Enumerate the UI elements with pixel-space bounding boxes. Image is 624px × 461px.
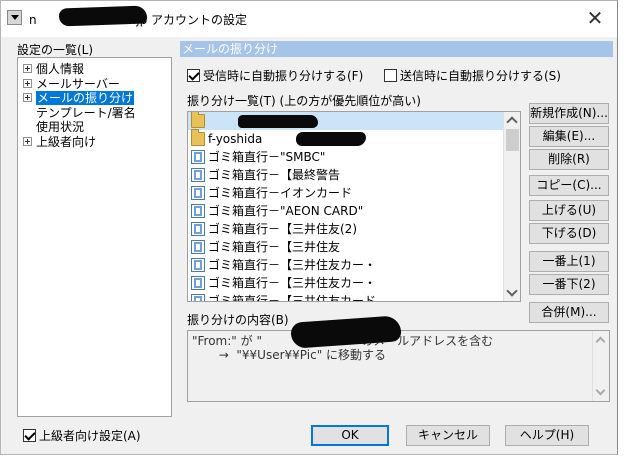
redaction-mark (296, 132, 366, 146)
list-item[interactable]: ゴミ箱直行－【三井住友カー・ (188, 256, 520, 274)
list-item[interactable]: ゴミ箱直行－"SMBC" (188, 148, 520, 166)
close-icon[interactable]: ✕ (583, 7, 607, 31)
title-prefix: n (29, 13, 37, 27)
new-rule-button[interactable]: 新規作成(N)... (529, 103, 609, 124)
copy-rule-button[interactable]: コピー(C)... (529, 175, 609, 196)
list-item[interactable]: ゴミ箱直行－イオンカード (188, 184, 520, 202)
trash-icon (191, 168, 205, 182)
list-item[interactable]: ゴミ箱直行－【三井住友カー・ (188, 274, 520, 292)
list-item[interactable]: ゴミ箱直行－【三井住友(2) (188, 220, 520, 238)
list-item[interactable]: ゴミ箱直行－"AEON CARD" (188, 202, 520, 220)
expand-icon[interactable] (23, 136, 32, 146)
redaction-mark (58, 5, 148, 27)
rule-list-label: 振り分け一覧(T) (上の方が優先順位が高い) (187, 94, 421, 108)
scroll-down-icon[interactable] (506, 285, 518, 297)
list-item[interactable]: ゴミ箱直行－【三井住友カード (188, 292, 520, 301)
edit-rule-button[interactable]: 編集(E)... (529, 126, 609, 147)
rule-list-scrollbar[interactable] (503, 112, 520, 301)
trash-icon (191, 204, 205, 218)
trash-icon (191, 186, 205, 200)
folder-icon (191, 112, 205, 128)
settings-tree[interactable]: 個人情報 メールサーバー メールの振り分け テンプレート/署名 使用状況 上級者… (17, 57, 172, 417)
scroll-down-icon[interactable] (595, 385, 606, 396)
merge-button[interactable]: 合併(M)... (529, 302, 609, 323)
content-scrollbar[interactable] (592, 331, 609, 401)
settings-list-label: 設定の一覧(L) (17, 43, 94, 57)
tree-item-personal[interactable]: 個人情報 (18, 62, 171, 77)
section-header: メールの振り分け (180, 41, 613, 57)
receive-auto-filter-checkbox[interactable]: 受信時に自動振り分けする(F) (187, 67, 363, 84)
title-bar: nr.jp アカウントの設定 ✕ (1, 1, 617, 37)
background-edge (618, 0, 624, 461)
scroll-thumb[interactable] (506, 129, 519, 151)
tree-item-template[interactable]: テンプレート/署名 (18, 106, 171, 121)
checkbox-checked-icon[interactable] (23, 429, 36, 442)
scroll-up-icon[interactable] (595, 336, 606, 347)
move-up-button[interactable]: 上げる(U) (529, 200, 609, 221)
expand-icon[interactable] (23, 93, 32, 102)
account-settings-dialog: nr.jp アカウントの設定 ✕ 設定の一覧(L) 個人情報 メールサーバー メ… (0, 0, 618, 455)
system-menu-icon[interactable] (7, 10, 22, 25)
tree-item-mail-server[interactable]: メールサーバー (18, 77, 171, 92)
background-edge (0, 455, 624, 461)
expand-icon[interactable] (23, 64, 32, 73)
move-down-button[interactable]: 下げる(D) (529, 223, 609, 244)
list-item[interactable]: f-yoshida (188, 129, 520, 148)
checkbox-unchecked-icon[interactable] (384, 69, 397, 82)
delete-rule-button[interactable]: 削除(R) (529, 149, 609, 170)
title-text: アカウントの設定 (151, 13, 248, 27)
trash-icon (191, 240, 205, 254)
move-top-button[interactable]: 一番上(1) (529, 251, 609, 272)
rule-list[interactable]: fun.com f-yoshida ゴミ箱直行－"SMBC" ゴミ箱直行－【最終… (187, 111, 521, 302)
cancel-button[interactable]: キャンセル (406, 425, 490, 446)
trash-icon (191, 150, 205, 164)
help-button[interactable]: ヘルプ(H) (505, 425, 589, 446)
list-item[interactable]: ゴミ箱直行－【最終警告 (188, 166, 520, 184)
scroll-up-icon[interactable] (506, 116, 518, 128)
redaction-mark (238, 115, 318, 128)
checkbox-checked-icon[interactable] (187, 69, 200, 82)
advanced-settings-checkbox[interactable]: 上級者向け設定(A) (23, 427, 141, 444)
move-bottom-button[interactable]: 一番下(2) (529, 274, 609, 295)
trash-icon (191, 258, 205, 272)
rule-content-line: → "¥¥User¥¥Pic" に移動する (192, 348, 387, 362)
tree-item-mail-filter[interactable]: メールの振り分け (18, 91, 171, 106)
tree-item-usage[interactable]: 使用状況 (18, 120, 171, 135)
ok-button[interactable]: OK (311, 425, 389, 446)
folder-icon (191, 129, 205, 146)
rule-content-label: 振り分けの内容(B) (187, 313, 289, 327)
tree-item-advanced[interactable]: 上級者向け (18, 135, 171, 150)
rule-content-box: "From:" が " のメールアドレスを含む → "¥¥User¥¥Pic" … (187, 330, 610, 402)
trash-icon (191, 294, 205, 301)
list-item[interactable]: ゴミ箱直行－【三井住友 (188, 238, 520, 256)
send-auto-filter-checkbox[interactable]: 送信時に自動振り分けする(S) (384, 67, 561, 84)
trash-icon (191, 222, 205, 236)
expand-icon[interactable] (23, 78, 32, 88)
trash-icon (191, 276, 205, 290)
list-item[interactable]: fun.com (188, 112, 520, 130)
